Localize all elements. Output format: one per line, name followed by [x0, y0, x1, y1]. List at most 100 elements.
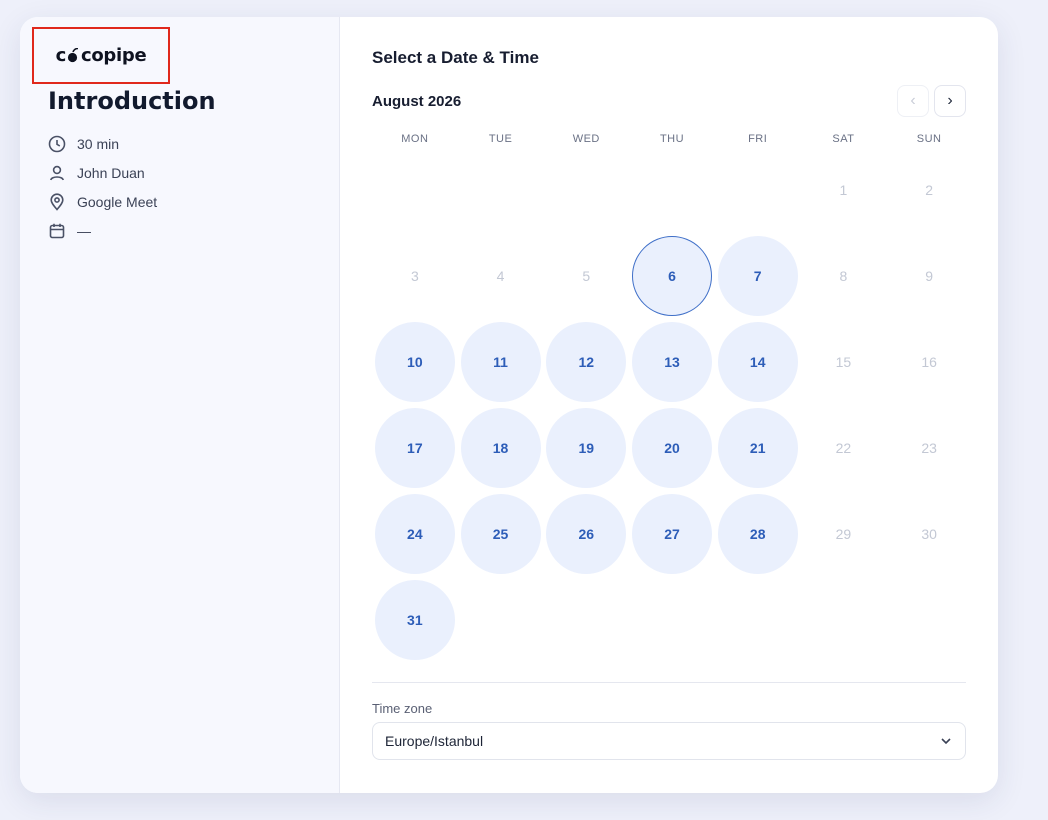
- calendar-day[interactable]: 26: [543, 491, 629, 577]
- calendar-day[interactable]: 6: [629, 233, 715, 319]
- calendar-day[interactable]: 21: [715, 405, 801, 491]
- day-number: 19: [546, 408, 627, 488]
- day-number: 22: [835, 440, 852, 456]
- day-number: 10: [374, 322, 455, 402]
- day-number: 29: [835, 526, 852, 542]
- day-number: 7: [717, 236, 798, 316]
- timezone-label: Time zone: [372, 701, 433, 716]
- calendar-day: 9: [886, 233, 972, 319]
- day-number: 21: [717, 408, 798, 488]
- calendar-day: 16: [886, 319, 972, 405]
- calendar-days: 1 2 3 4 5 6 7 8 9 10 11 12 13 14 15 16 17 18 19 20 21 22 23 24 2…: [372, 147, 972, 663]
- calendar-day[interactable]: 27: [629, 491, 715, 577]
- calendar-day[interactable]: 24: [372, 491, 458, 577]
- calendar-day: 4: [458, 233, 544, 319]
- calendar-day[interactable]: 14: [715, 319, 801, 405]
- calendar-empty-cell: [372, 147, 458, 233]
- day-number: 8: [839, 268, 848, 284]
- weekday-label: TUE: [488, 133, 513, 145]
- timezone-value: Europe/Istanbul: [385, 733, 484, 749]
- calendar-day: 8: [801, 233, 887, 319]
- event-info-panel: c copipe Introduction 30 min John Duan G…: [20, 17, 340, 793]
- day-number: 26: [546, 494, 627, 574]
- weekday-label: WED: [572, 133, 600, 145]
- calendar-day[interactable]: 28: [715, 491, 801, 577]
- calendar-day[interactable]: 7: [715, 233, 801, 319]
- day-number: 9: [925, 268, 934, 284]
- weekday-label: THU: [659, 133, 685, 145]
- calendar-empty-cell: [715, 147, 801, 233]
- calendar-day: 1: [801, 147, 887, 233]
- meta-host: John Duan: [48, 158, 157, 187]
- scheduler-panel: Select a Date & Time August 2026 ‹ › MON…: [340, 17, 998, 793]
- prev-month-button[interactable]: ‹: [897, 85, 929, 117]
- calendar-day: 29: [801, 491, 887, 577]
- cherry-icon: [67, 48, 79, 63]
- day-number: 31: [374, 580, 455, 660]
- logo-text-right: copipe: [80, 45, 147, 66]
- user-icon: [50, 165, 64, 180]
- calendar-day: 30: [886, 491, 972, 577]
- day-number: 23: [921, 440, 937, 456]
- day-number: 24: [374, 494, 455, 574]
- clock-icon: [48, 135, 66, 152]
- calendar-icon: [49, 223, 65, 238]
- calendar-day[interactable]: 10: [372, 319, 458, 405]
- calendar-day[interactable]: 31: [372, 577, 458, 663]
- day-number: 11: [460, 322, 541, 402]
- chevron-left-icon: ‹: [910, 92, 916, 109]
- weekday-label: SAT: [832, 133, 855, 145]
- day-number: 17: [374, 408, 455, 488]
- brand-logo[interactable]: c copipe: [56, 45, 147, 66]
- day-number: 30: [921, 526, 937, 542]
- day-number: 16: [921, 354, 937, 370]
- map-pin-icon: [50, 192, 64, 211]
- calendar-day: 22: [801, 405, 887, 491]
- day-number: 4: [496, 268, 505, 284]
- calendar-day[interactable]: 19: [543, 405, 629, 491]
- scheduler-heading: Select a Date & Time: [372, 48, 539, 67]
- calendar-day[interactable]: 20: [629, 405, 715, 491]
- date-text: —: [77, 222, 91, 239]
- calendar-day[interactable]: 13: [629, 319, 715, 405]
- calendar-day[interactable]: 11: [458, 319, 544, 405]
- next-month-button[interactable]: ›: [934, 85, 966, 117]
- day-number: 1: [839, 182, 848, 198]
- month-label: August 2026: [372, 93, 462, 110]
- meta-duration: 30 min: [48, 129, 157, 158]
- day-number: 18: [460, 408, 541, 488]
- calendar-day: 2: [886, 147, 972, 233]
- calendar-day[interactable]: 17: [372, 405, 458, 491]
- day-number: 14: [717, 322, 798, 402]
- day-number: 15: [835, 354, 852, 370]
- calendar-empty-cell: [458, 147, 544, 233]
- day-number: 28: [717, 494, 798, 574]
- day-number: 13: [631, 322, 712, 402]
- day-number: 12: [546, 322, 627, 402]
- day-number: 20: [631, 408, 712, 488]
- divider: [372, 682, 966, 683]
- calendar-empty-cell: [543, 147, 629, 233]
- calendar-day[interactable]: 12: [543, 319, 629, 405]
- calendar-day[interactable]: 25: [458, 491, 544, 577]
- duration-text: 30 min: [77, 135, 120, 152]
- day-number: 2: [925, 182, 934, 198]
- weekday-header: MON TUE WED THU FRI SAT SUN: [372, 129, 972, 149]
- calendar-day[interactable]: 18: [458, 405, 544, 491]
- day-number: 25: [460, 494, 541, 574]
- meta-date: —: [48, 216, 157, 245]
- calendar-day: 15: [801, 319, 887, 405]
- calendar-empty-cell: [629, 147, 715, 233]
- day-number: 6: [631, 236, 712, 316]
- chevron-down-icon: [941, 738, 951, 745]
- day-number: 27: [631, 494, 712, 574]
- logo-text-left: c: [55, 45, 67, 66]
- weekday-label: SUN: [916, 133, 942, 145]
- event-meta: 30 min John Duan Google Meet —: [48, 129, 157, 245]
- day-number: 3: [410, 268, 419, 284]
- calendar-day: 5: [543, 233, 629, 319]
- chevron-right-icon: ›: [947, 92, 953, 109]
- timezone-select[interactable]: Europe/Istanbul: [372, 722, 966, 760]
- booking-card: c copipe Introduction 30 min John Duan G…: [20, 17, 998, 793]
- logo-highlight: c copipe: [32, 27, 170, 84]
